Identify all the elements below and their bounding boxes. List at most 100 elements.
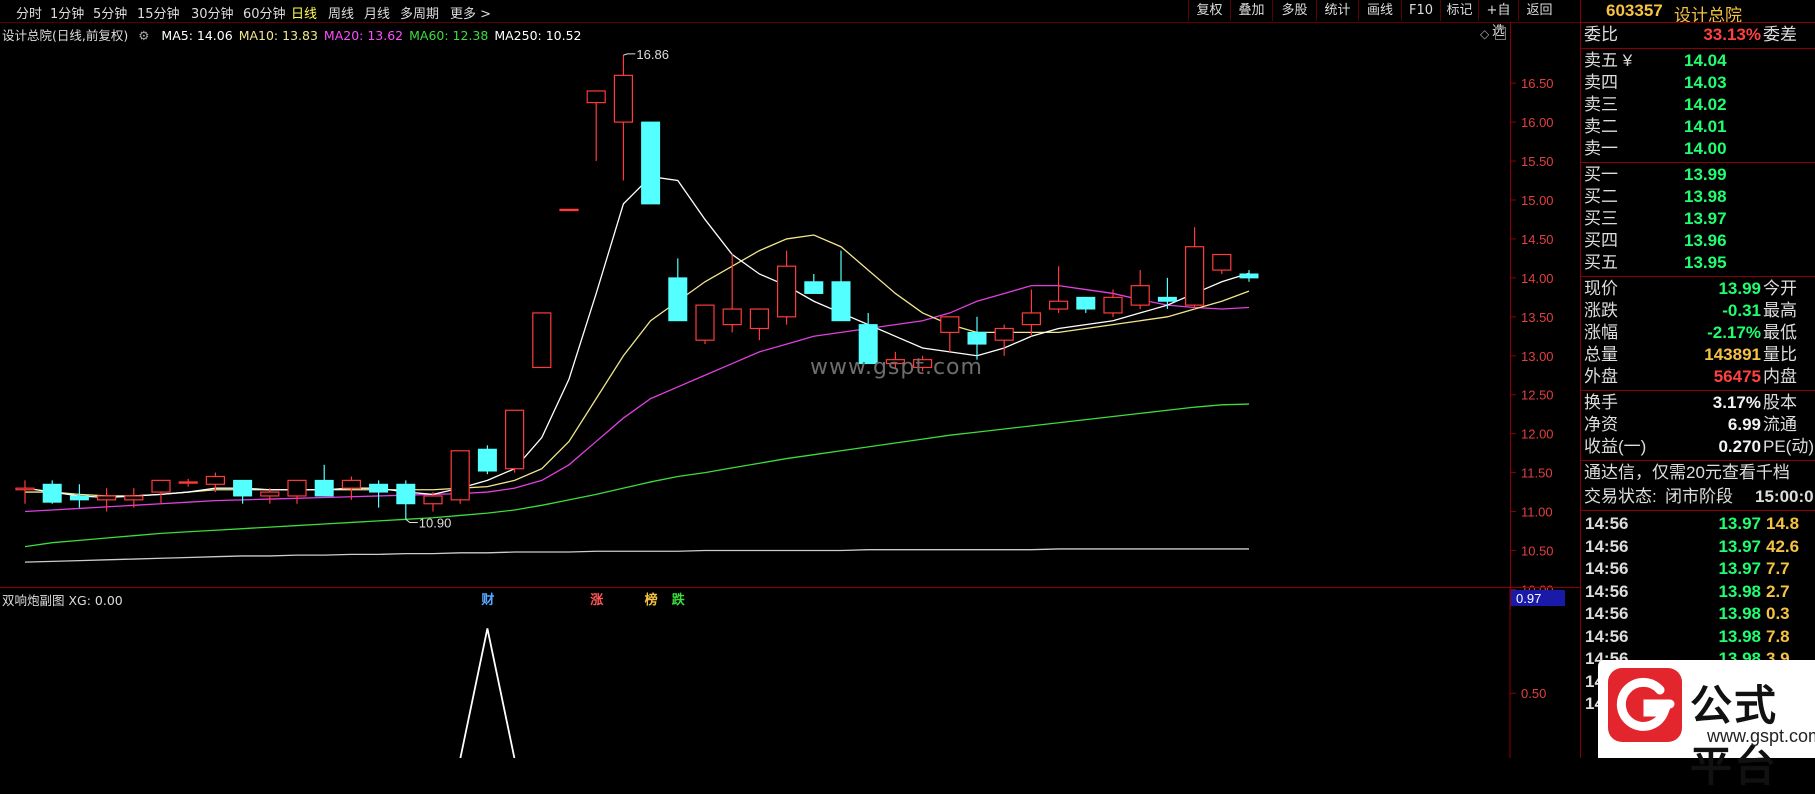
stats-value: 0.270 xyxy=(1718,437,1761,456)
candle[interactable] xyxy=(450,450,470,504)
tick-row: 14:56 13.97 14.8 xyxy=(1581,513,1815,535)
sell-level-price: 14.01 xyxy=(1684,117,1727,136)
stats-label2: 股本 xyxy=(1763,393,1797,412)
stats-label2: 流通 xyxy=(1763,415,1797,434)
candle[interactable] xyxy=(396,480,416,520)
candle[interactable] xyxy=(641,121,661,205)
candle[interactable] xyxy=(96,488,117,512)
candle[interactable] xyxy=(1103,289,1123,317)
sell-level-row[interactable]: 卖一 14.00 xyxy=(1581,138,1815,160)
candle[interactable] xyxy=(477,445,497,475)
period-tab-1[interactable]: 1分钟 xyxy=(50,3,84,22)
quote-row: 总量 143891 量比 xyxy=(1581,344,1815,366)
gspt-logo-icon xyxy=(1608,668,1682,742)
buy-level-row[interactable]: 买五 13.95 xyxy=(1581,252,1815,274)
candle[interactable] xyxy=(559,208,579,212)
candle[interactable] xyxy=(967,316,987,360)
candle[interactable] xyxy=(151,479,171,504)
candle[interactable] xyxy=(314,464,334,497)
candle[interactable] xyxy=(1021,289,1042,337)
candle[interactable] xyxy=(1048,266,1069,313)
candle[interactable] xyxy=(260,488,280,504)
candle[interactable] xyxy=(42,480,62,504)
stats-label: 换手 xyxy=(1584,393,1618,412)
price-tick-label: 12.00 xyxy=(1521,427,1554,442)
candle[interactable] xyxy=(1239,270,1259,282)
tick-row: 14:56 13.97 42.6 xyxy=(1581,536,1815,558)
period-tab-8[interactable]: 月线 xyxy=(364,3,390,22)
period-tab-5[interactable]: 60分钟 xyxy=(243,3,286,22)
price-tick-label: 16.00 xyxy=(1521,115,1554,130)
sell-level-row[interactable]: 卖二 14.01 xyxy=(1581,116,1815,138)
toolbar-button-4[interactable]: 画线 xyxy=(1358,0,1401,21)
quote-value: 56475 xyxy=(1713,367,1761,386)
candle[interactable] xyxy=(1212,253,1232,274)
candle[interactable] xyxy=(776,250,797,325)
toolbar-button-0[interactable]: 复权 xyxy=(1188,0,1230,21)
status-value: 闭市阶段 xyxy=(1665,487,1733,506)
toolbar-button-5[interactable]: F10 xyxy=(1401,0,1440,21)
period-tab-6[interactable]: 日线 xyxy=(291,3,317,22)
wb-row: 委比 33.13% 委差 xyxy=(1581,24,1815,46)
event-tag[interactable]: 财 xyxy=(481,592,494,608)
candle[interactable] xyxy=(994,324,1014,356)
kline-chart[interactable]: 16.50 16.00 15.50 15.00 14.50 14.00 13.50 13.00… xyxy=(0,22,1580,758)
toolbar-button-3[interactable]: 统计 xyxy=(1316,0,1358,21)
sep xyxy=(1581,460,1815,461)
candle[interactable] xyxy=(613,55,634,181)
candle[interactable] xyxy=(178,478,198,487)
toolbar-button-8[interactable]: 返回 xyxy=(1518,0,1560,21)
toolbar-button-1[interactable]: 叠加 xyxy=(1230,0,1272,21)
candle[interactable] xyxy=(505,409,525,473)
candle[interactable] xyxy=(695,304,715,345)
candle[interactable] xyxy=(722,254,742,333)
quote-label: 外盘 xyxy=(1584,367,1618,386)
price-tick-label: 13.00 xyxy=(1521,349,1554,364)
tick-price: 13.97 xyxy=(1718,536,1761,556)
candle[interactable] xyxy=(1076,296,1096,313)
candle[interactable] xyxy=(1184,227,1205,310)
candle[interactable] xyxy=(287,479,307,504)
price-tick-label: 11.50 xyxy=(1521,466,1553,481)
quote-label2: 最高 xyxy=(1763,301,1797,320)
toolbar-button-6[interactable]: 标记 xyxy=(1440,0,1478,21)
buy-level-row[interactable]: 买二 13.98 xyxy=(1581,186,1815,208)
period-tab-9[interactable]: 多周期 xyxy=(400,3,439,22)
sell-level-price: 14.02 xyxy=(1684,95,1727,114)
tick-time: 14:56 xyxy=(1585,559,1629,578)
period-tab-2[interactable]: 5分钟 xyxy=(93,3,127,22)
period-tab-4[interactable]: 30分钟 xyxy=(191,3,234,22)
period-tab-3[interactable]: 15分钟 xyxy=(137,3,180,22)
period-tab-10[interactable]: 更多 > xyxy=(450,3,491,22)
candle[interactable] xyxy=(586,90,606,162)
sell-level-row[interactable]: 卖四 14.03 xyxy=(1581,72,1815,94)
candle[interactable] xyxy=(804,273,824,294)
toolbar-button-7[interactable]: +自选 xyxy=(1478,0,1518,39)
candle[interactable] xyxy=(532,312,552,369)
event-tag[interactable]: 榜 xyxy=(645,592,658,608)
ma10-line xyxy=(25,234,1250,497)
buy-level-row[interactable]: 买一 13.99 xyxy=(1581,164,1815,186)
sell-level-row[interactable]: 卖三 14.02 xyxy=(1581,94,1815,116)
period-tab-0[interactable]: 分时 xyxy=(16,3,42,22)
buy-level-row[interactable]: 买三 13.97 xyxy=(1581,208,1815,230)
sell-level-label: 卖二 xyxy=(1584,117,1618,136)
candle[interactable] xyxy=(369,480,389,508)
buy-level-row[interactable]: 买四 13.96 xyxy=(1581,230,1815,252)
candle[interactable] xyxy=(940,316,960,352)
diamond-icon[interactable]: ◇ xyxy=(1480,27,1489,41)
sell-level-row[interactable]: 卖五 ¥ 14.04 xyxy=(1581,50,1815,72)
event-tag[interactable]: 涨 xyxy=(589,593,603,608)
event-tag[interactable]: 跌 xyxy=(672,592,686,608)
quote-label: 总量 xyxy=(1584,345,1618,364)
period-tab-7[interactable]: 周线 xyxy=(328,3,354,22)
promo-text[interactable]: 通达信，仅需20元查看千档 xyxy=(1584,462,1815,484)
scroll-handle[interactable] xyxy=(1495,27,1506,40)
ma5-line xyxy=(24,175,1250,499)
toolbar-button-2[interactable]: 多股 xyxy=(1272,0,1316,21)
candle[interactable] xyxy=(668,258,688,322)
candle[interactable] xyxy=(69,484,89,508)
candle[interactable] xyxy=(1130,270,1150,310)
candle[interactable] xyxy=(749,308,770,341)
candle[interactable] xyxy=(831,250,851,322)
